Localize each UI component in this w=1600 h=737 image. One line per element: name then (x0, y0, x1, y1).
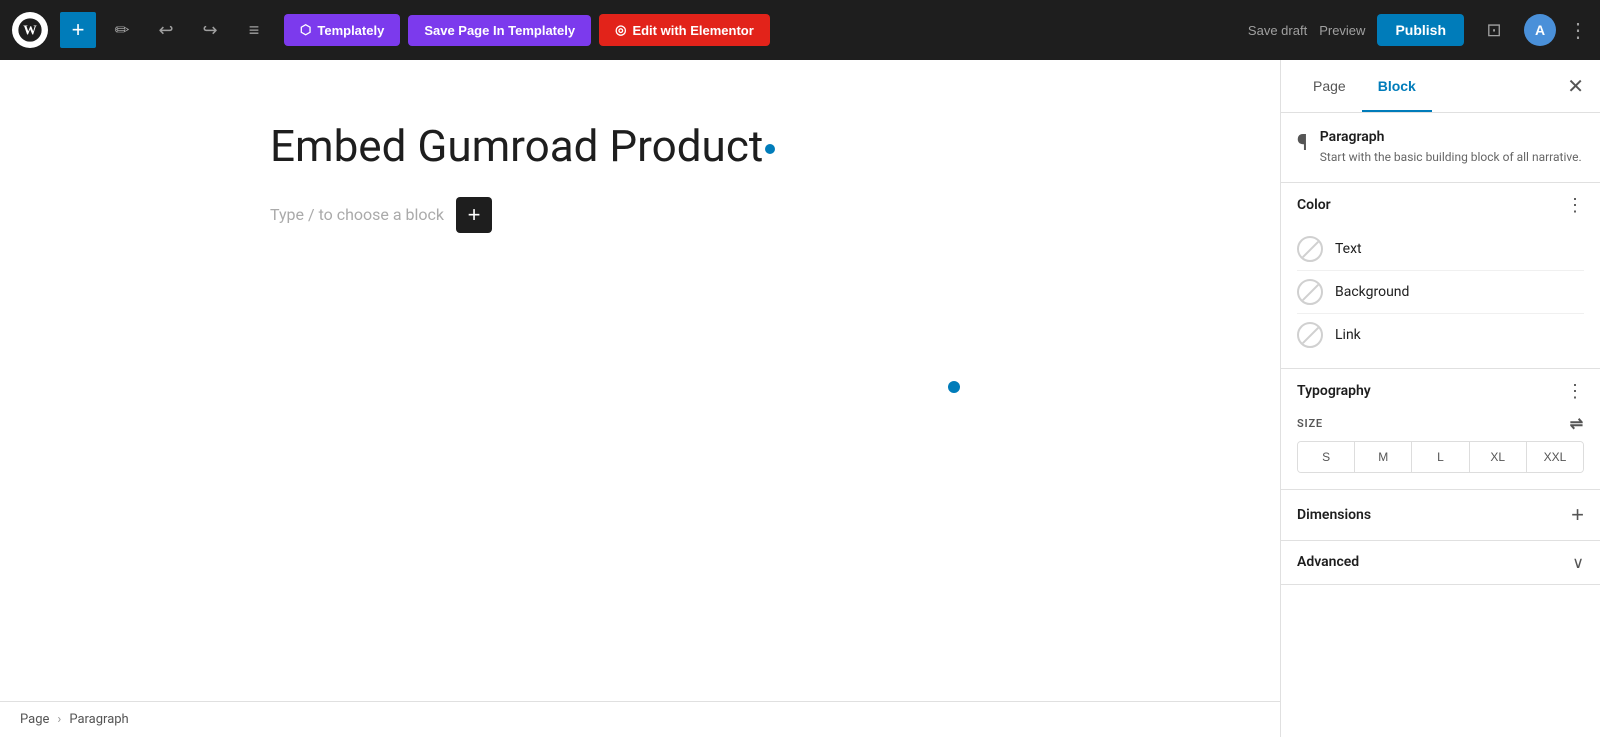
list-icon: ≡ (249, 20, 260, 41)
color-item-link: Link (1297, 314, 1584, 356)
typography-menu-icon: ⋮ (1566, 381, 1584, 402)
undo-button[interactable]: ↩ (148, 12, 184, 48)
dimensions-section: Dimensions + (1281, 490, 1600, 541)
advanced-header[interactable]: Advanced ∨ (1281, 541, 1600, 584)
color-item-text: Text (1297, 228, 1584, 271)
advanced-section: Advanced ∨ (1281, 541, 1600, 585)
elementor-icon: ◎ (615, 22, 626, 38)
tab-page[interactable]: Page (1297, 72, 1362, 100)
color-items: Text Background Link (1281, 228, 1600, 368)
close-icon: ✕ (1567, 76, 1584, 98)
paragraph-icon: ¶ (1297, 131, 1308, 156)
color-section-menu-button[interactable]: ⋮ (1566, 195, 1584, 216)
chevron-down-icon[interactable]: ∨ (1572, 553, 1584, 572)
tab-block[interactable]: Block (1362, 72, 1432, 100)
panel-header: Page Block ✕ (1281, 60, 1600, 113)
layout-icon: ⊡ (1486, 20, 1501, 41)
color-section: Color ⋮ Text Background Link (1281, 183, 1600, 369)
editor-content: Embed Gumroad Product Type / to choose a… (190, 60, 1090, 293)
svg-text:W: W (23, 23, 37, 38)
list-view-button[interactable]: ≡ (236, 12, 272, 48)
typography-section-menu-button[interactable]: ⋮ (1566, 381, 1584, 402)
size-btn-l[interactable]: L (1412, 442, 1469, 472)
background-color-label: Background (1335, 284, 1409, 300)
typography-section-title: Typography (1297, 383, 1371, 399)
size-label: SIZE ⇌ (1297, 414, 1584, 433)
typography-section-header[interactable]: Typography ⋮ (1281, 369, 1600, 414)
breadcrumb: Page › Paragraph (0, 701, 1280, 737)
edit-with-elementor-button[interactable]: ◎ Edit with Elementor (599, 14, 770, 46)
avatar-initial: A (1535, 22, 1545, 38)
save-draft-button[interactable]: Save draft (1248, 23, 1307, 38)
background-color-swatch[interactable] (1297, 279, 1323, 305)
size-btn-s[interactable]: S (1298, 442, 1355, 472)
title-dot (765, 144, 775, 154)
panel-tabs: Page Block (1297, 72, 1567, 100)
block-name: Paragraph (1320, 129, 1582, 145)
dimensions-header: Dimensions + (1281, 490, 1600, 540)
block-info: ¶ Paragraph Start with the basic buildin… (1281, 113, 1600, 183)
text-color-swatch[interactable] (1297, 236, 1323, 262)
topbar: W + ✏ ↩ ↪ ≡ ⬡ Templately Save Page In Te… (0, 0, 1600, 60)
size-filter-icon[interactable]: ⇌ (1570, 414, 1584, 433)
dimensions-add-icon: + (1571, 502, 1584, 527)
dimensions-title: Dimensions (1297, 507, 1371, 523)
dimensions-add-button[interactable]: + (1571, 502, 1584, 528)
editor-area[interactable]: Embed Gumroad Product Type / to choose a… (0, 60, 1280, 701)
color-item-background: Background (1297, 271, 1584, 314)
breadcrumb-block[interactable]: Paragraph (69, 712, 128, 727)
breadcrumb-page[interactable]: Page (20, 712, 49, 727)
color-menu-icon: ⋮ (1566, 195, 1584, 216)
canvas-dot (948, 381, 960, 393)
plus-icon: + (72, 17, 85, 43)
size-btn-m[interactable]: M (1355, 442, 1412, 472)
panel-close-button[interactable]: ✕ (1567, 74, 1584, 99)
templately-button[interactable]: ⬡ Templately (284, 14, 400, 46)
size-btn-xxl[interactable]: XXL (1527, 442, 1583, 472)
typography-content: SIZE ⇌ S M L XL XXL (1281, 414, 1600, 489)
more-icon: ⋮ (1568, 18, 1588, 43)
block-info-text: Paragraph Start with the basic building … (1320, 129, 1582, 166)
publish-button[interactable]: Publish (1377, 14, 1464, 46)
redo-icon: ↪ (202, 20, 217, 41)
link-color-label: Link (1335, 327, 1361, 343)
block-placeholder: Type / to choose a block + (270, 197, 1010, 233)
external-buttons: ⬡ Templately Save Page In Templately ◎ E… (284, 14, 770, 46)
tools-button[interactable]: ✏ (104, 12, 140, 48)
page-title[interactable]: Embed Gumroad Product (270, 120, 775, 173)
undo-icon: ↩ (158, 20, 173, 41)
right-panel: Page Block ✕ ¶ Paragraph Start with the … (1280, 60, 1600, 737)
typography-section: Typography ⋮ SIZE ⇌ S M L XL XXL (1281, 369, 1600, 490)
pencil-icon: ✏ (114, 20, 129, 41)
save-page-templately-button[interactable]: Save Page In Templately (408, 15, 591, 46)
topbar-right: Save draft Preview Publish ⊡ A ⋮ (1248, 12, 1588, 48)
inline-add-block-button[interactable]: + (456, 197, 492, 233)
more-options-button[interactable]: ⋮ (1568, 18, 1588, 43)
templately-icon: ⬡ (300, 22, 311, 38)
layout-toggle-button[interactable]: ⊡ (1476, 12, 1512, 48)
wp-logo: W (12, 12, 48, 48)
advanced-title: Advanced (1297, 554, 1359, 570)
block-description: Start with the basic building block of a… (1320, 149, 1582, 166)
size-btn-xl[interactable]: XL (1470, 442, 1527, 472)
color-section-title: Color (1297, 197, 1331, 213)
main-layout: Embed Gumroad Product Type / to choose a… (0, 60, 1600, 737)
breadcrumb-separator: › (57, 712, 61, 727)
link-color-swatch[interactable] (1297, 322, 1323, 348)
user-avatar[interactable]: A (1524, 14, 1556, 46)
redo-button[interactable]: ↪ (192, 12, 228, 48)
color-section-header[interactable]: Color ⋮ (1281, 183, 1600, 228)
size-buttons: S M L XL XXL (1297, 441, 1584, 473)
add-block-button[interactable]: + (60, 12, 96, 48)
preview-button[interactable]: Preview (1319, 23, 1365, 38)
inline-plus-icon: + (468, 202, 481, 228)
text-color-label: Text (1335, 241, 1362, 257)
